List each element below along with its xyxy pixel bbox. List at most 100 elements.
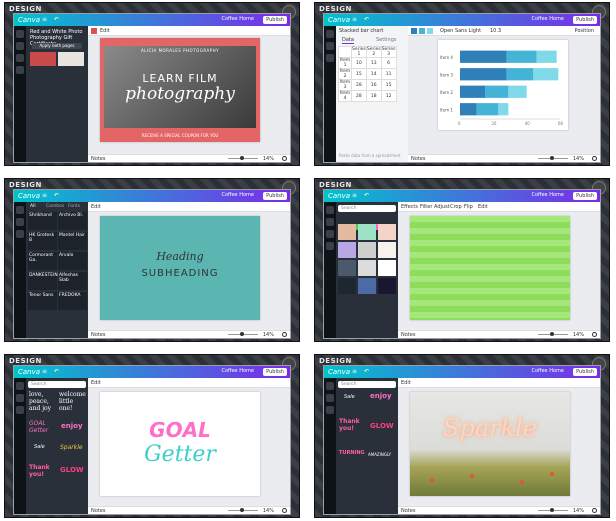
table-cell[interactable]: 13 (365, 57, 382, 69)
background-thumb[interactable] (378, 278, 396, 294)
elements-icon[interactable] (326, 42, 334, 50)
design-page[interactable]: Heading SUBHEADING (100, 216, 260, 320)
zoom-level[interactable]: 14% (263, 508, 274, 514)
tab-combos[interactable]: Combos (46, 204, 64, 209)
text-icon[interactable] (326, 230, 334, 238)
app-logo[interactable]: Canva (18, 192, 40, 200)
font-card[interactable]: HK Grotesk B (28, 232, 57, 250)
background-thumb[interactable] (358, 260, 376, 276)
help-icon[interactable] (282, 156, 287, 161)
table-cell[interactable]: Series 3 (380, 46, 397, 58)
toolbar-edit[interactable]: Edit (478, 204, 488, 210)
share-button[interactable]: Coffee Home (221, 192, 254, 198)
notes-button[interactable]: Notes (401, 332, 415, 338)
zoom-level[interactable]: 14% (573, 332, 584, 338)
sticker[interactable]: GOAL Getter (29, 420, 57, 434)
font-card[interactable]: DANKESTEIN (28, 272, 58, 290)
zoom-knob[interactable] (550, 332, 554, 336)
publish-button[interactable]: Publish (573, 368, 597, 376)
sticker[interactable]: enjoy (370, 392, 392, 400)
design-page[interactable]: Item 4 Item 3 Item 2 Item 1 0 20 40 60 (438, 40, 568, 130)
table-cell[interactable]: 11 (380, 68, 397, 80)
font-card[interactable]: Tenor Sans (28, 292, 57, 310)
bar-segment[interactable] (506, 68, 534, 81)
background-thumb[interactable] (338, 260, 356, 276)
elements-icon[interactable] (326, 218, 334, 226)
search-input[interactable]: Search (338, 381, 396, 388)
app-logo[interactable]: Canva (328, 16, 350, 24)
bar-segment[interactable] (460, 68, 507, 81)
zoom-knob[interactable] (240, 156, 244, 160)
background-thumb[interactable] (378, 242, 396, 258)
bar-segment[interactable] (506, 50, 537, 63)
sticker[interactable]: enjoy (61, 422, 83, 430)
toolbar-flip[interactable]: Flip (464, 204, 473, 210)
background-thumb[interactable] (358, 242, 376, 258)
notes-button[interactable]: Notes (91, 508, 105, 514)
table-cell[interactable]: 18 (365, 90, 382, 102)
sticker[interactable]: Thank you! (339, 418, 365, 432)
table-cell[interactable] (338, 46, 352, 58)
help-icon[interactable] (282, 508, 287, 513)
color-swatch[interactable] (91, 28, 97, 34)
menu-icon[interactable]: ≡ (352, 192, 357, 199)
sticker[interactable]: GLOW (370, 422, 394, 430)
undo-icon[interactable]: ↶ (54, 16, 59, 23)
text-icon[interactable] (16, 230, 24, 238)
uploads-icon[interactable] (16, 66, 24, 74)
templates-icon[interactable] (326, 206, 334, 214)
sticker[interactable]: Sparkle (60, 444, 83, 451)
sticker[interactable]: Sale (34, 444, 45, 450)
table-cell[interactable]: 10 (351, 57, 367, 69)
zoom-knob[interactable] (550, 156, 554, 160)
undo-icon[interactable]: ↶ (364, 368, 369, 375)
chart-type-select[interactable]: Stacked bar chart (339, 28, 383, 34)
app-logo[interactable]: Canva (328, 368, 350, 376)
templates-icon[interactable] (16, 382, 24, 390)
share-button[interactable]: Coffee Home (221, 368, 254, 374)
undo-icon[interactable]: ↶ (54, 192, 59, 199)
tab-fonts[interactable]: Fonts (68, 204, 80, 209)
apply-pages-button[interactable]: Apply both pages (32, 43, 82, 49)
sticker[interactable]: TURNING (339, 450, 365, 456)
templates-icon[interactable] (16, 30, 24, 38)
table-cell[interactable]: 15 (351, 68, 367, 80)
font-card[interactable]: Shrikhand (28, 212, 57, 230)
publish-button[interactable]: Publish (263, 368, 287, 376)
sticker[interactable]: AMAZINGLY (368, 452, 391, 457)
templates-icon[interactable] (326, 382, 334, 390)
font-card[interactable]: Alfeshas Slab (58, 272, 87, 290)
zoom-knob[interactable] (240, 332, 244, 336)
tab-all[interactable]: All (30, 204, 36, 209)
templates-icon[interactable] (326, 30, 334, 38)
sticker[interactable]: Sale (344, 394, 355, 400)
zoom-level[interactable]: 14% (573, 156, 584, 162)
font-card[interactable]: Mantel Hair (58, 232, 87, 250)
font-card[interactable]: FREDOKA (58, 292, 87, 310)
template-thumb-2[interactable] (58, 52, 84, 66)
table-cell[interactable]: Item 3 (338, 79, 352, 91)
text-icon[interactable] (16, 54, 24, 62)
templates-icon[interactable] (16, 206, 24, 214)
table-cell[interactable]: 28 (351, 90, 367, 102)
share-button[interactable]: Coffee Home (531, 368, 564, 374)
table-cell[interactable]: Item 2 (338, 68, 352, 80)
color-swatch-1[interactable] (411, 28, 417, 34)
notes-button[interactable]: Notes (91, 332, 105, 338)
table-cell[interactable]: 12 (380, 90, 397, 102)
search-input[interactable]: Search (28, 381, 86, 388)
color-swatch-2[interactable] (419, 28, 425, 34)
menu-icon[interactable]: ≡ (42, 16, 47, 23)
text-icon[interactable] (326, 54, 334, 62)
publish-button[interactable]: Publish (263, 16, 287, 24)
sticker[interactable]: GLOW (60, 466, 84, 474)
design-page[interactable]: Sparkle (410, 392, 570, 496)
help-icon[interactable] (282, 332, 287, 337)
share-button[interactable]: Coffee Home (531, 192, 564, 198)
notes-button[interactable]: Notes (411, 156, 425, 162)
bar-segment[interactable] (476, 103, 499, 116)
page-label[interactable]: Edit (401, 380, 411, 386)
app-logo[interactable]: Canva (328, 192, 350, 200)
text-icon[interactable] (326, 406, 334, 414)
background-thumb[interactable] (378, 260, 396, 276)
